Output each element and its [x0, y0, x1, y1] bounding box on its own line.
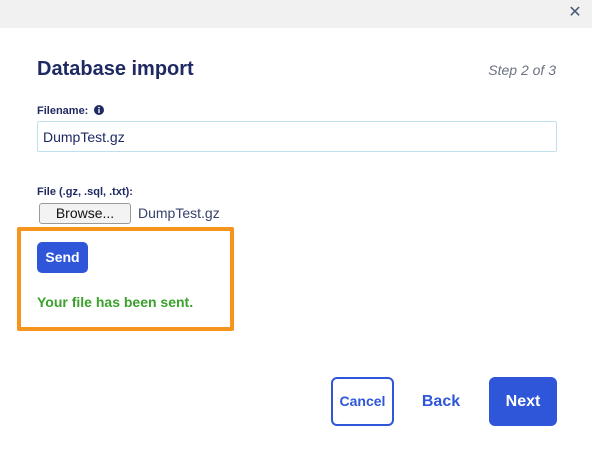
browse-button[interactable]: Browse... [39, 203, 131, 224]
success-message: Your file has been sent. [37, 294, 194, 310]
close-icon[interactable]: ✕ [567, 5, 583, 21]
dialog-title: Database import [37, 58, 194, 80]
import-dialog: ✕ Database import Step 2 of 3 Filename: … [0, 0, 592, 450]
filename-label: Filename: [37, 105, 89, 117]
cancel-button[interactable]: Cancel [331, 377, 394, 426]
filename-input[interactable] [37, 121, 557, 152]
info-icon[interactable] [94, 105, 105, 115]
file-label: File (.gz, .sql, .txt): [37, 186, 133, 198]
chosen-file-name: DumpTest.gz [138, 205, 220, 221]
back-button[interactable]: Back [411, 377, 471, 426]
next-button[interactable]: Next [489, 377, 557, 426]
dialog-topbar: ✕ [0, 0, 592, 28]
step-indicator: Step 2 of 3 [488, 62, 556, 78]
send-button[interactable]: Send [37, 242, 88, 273]
filename-label-row: Filename: [37, 105, 105, 117]
